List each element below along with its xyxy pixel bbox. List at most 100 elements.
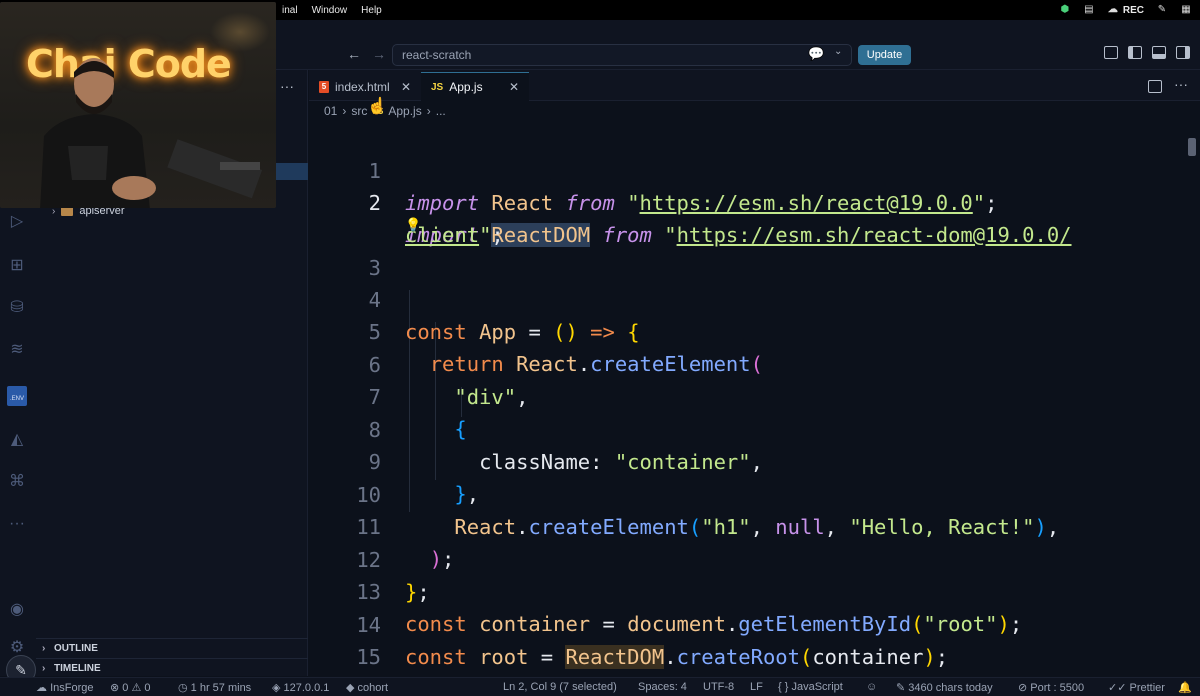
status-chars[interactable]: ✎ 3460 chars today [896, 681, 993, 694]
code-line: 9 }, [309, 414, 1189, 506]
account-icon[interactable]: ◉ [7, 600, 27, 620]
copilot-icon[interactable]: ☺ [866, 681, 877, 693]
lightbulb-icon[interactable]: 💡 [405, 217, 421, 233]
breadcrumb-segment[interactable]: ... [436, 104, 446, 118]
toggle-sidebar-icon[interactable] [1128, 46, 1142, 59]
layout-controls [1104, 46, 1190, 59]
tab-label: App.js [449, 80, 483, 94]
presenter-figure [40, 58, 156, 208]
outline-section[interactable]: › OUTLINE [36, 638, 308, 658]
language-label: JavaScript [791, 681, 843, 693]
port-label: Port : 5500 [1030, 682, 1085, 694]
tab-app-js[interactable]: JS App.js ✕ [421, 72, 529, 101]
split-editor-icon[interactable] [1148, 80, 1162, 93]
html5-icon: 5 [319, 80, 329, 93]
status-cursor-position[interactable]: Ln 2, Col 9 (7 selected) [503, 681, 617, 693]
scrollbar-thumb[interactable] [1188, 138, 1196, 156]
warning-icon: ⚠ [128, 682, 145, 694]
pen-icon[interactable]: ✎ [1156, 4, 1168, 16]
host-label: 127.0.0.1 [283, 682, 330, 694]
status-time[interactable]: ◷ 1 hr 57 mins [178, 681, 251, 694]
status-formatter[interactable]: ✓✓ Prettier [1108, 681, 1165, 694]
command-center-search[interactable]: react-scratch [392, 44, 852, 66]
cohort-label: cohort [357, 682, 389, 694]
status-bar: ☁ InsForge ⊗ 0 ⚠ 0 ◷ 1 hr 57 mins ◈ 127.… [0, 677, 1200, 696]
timeline-section[interactable]: › TIMELINE [36, 658, 308, 678]
status-account[interactable]: ☁ InsForge [36, 681, 93, 694]
run-debug-icon[interactable]: ▷ [7, 212, 27, 232]
activity-bar: ▷ ⊞ ⛁ ≋ .ENV ◭ ⌘ ··· ◉ ⚙ [0, 200, 36, 676]
breadcrumb-segment[interactable]: src [351, 104, 367, 118]
toggle-panel-icon[interactable] [1152, 46, 1166, 59]
notes-icon[interactable]: ▤ [1083, 4, 1095, 16]
menu-status-area: ⬢ ▤ ☁ REC ✎ ▦ [1059, 0, 1192, 20]
grid-icon[interactable]: ▦ [1180, 4, 1192, 16]
status-port[interactable]: ⊘ Port : 5500 [1018, 681, 1084, 694]
code-line: 10 React.createElement("h1", null, "Hell… [309, 447, 1189, 539]
formatter-label: Prettier [1129, 682, 1165, 694]
breadcrumb-segment[interactable]: App.js [388, 104, 421, 118]
tab-label: index.html [335, 79, 390, 94]
account-label: InsForge [50, 682, 94, 694]
code-line: 16 [309, 642, 1189, 696]
timeline-label: TIMELINE [54, 663, 101, 674]
more-actions-icon[interactable]: ··· [280, 78, 294, 94]
time-label: 1 hr 57 mins [190, 682, 252, 694]
status-encoding[interactable]: UTF-8 [703, 681, 734, 693]
breadcrumb-segment[interactable]: 01 [324, 104, 337, 118]
chevron-right-icon: › [42, 643, 46, 654]
studio-equipment [167, 139, 263, 199]
status-indentation[interactable]: Spaces: 4 [638, 681, 687, 693]
pencil-icon: ✎ [896, 682, 909, 694]
deploy-icon[interactable]: ◭ [7, 430, 27, 450]
close-icon[interactable]: ✕ [509, 80, 519, 94]
update-button[interactable]: Update [858, 45, 911, 65]
code-line: 13 const container = document.getElement… [309, 544, 1189, 636]
extensions-icon[interactable]: ⊞ [7, 256, 27, 276]
forward-arrow-icon[interactable]: → [372, 46, 386, 62]
close-icon[interactable]: ✕ [401, 80, 411, 94]
status-eol[interactable]: LF [750, 681, 763, 693]
chevron-down-icon[interactable]: ⌄ [834, 46, 842, 57]
status-problems[interactable]: ⊗ 0 ⚠ 0 [110, 681, 151, 694]
rec-label: REC [1122, 4, 1144, 16]
code-line: 1 import React from "https://esm.sh/reac… [309, 123, 1189, 215]
warnings-count: 0 [144, 682, 151, 694]
code-line-wrapped: client"; [405, 223, 504, 247]
layers-icon[interactable]: ≋ [7, 340, 27, 360]
tab-index-html[interactable]: 5 index.html ✕ [309, 72, 421, 101]
code-line: 12 }; [309, 512, 1189, 604]
status-cohort[interactable]: ◆ cohort [346, 681, 388, 694]
code-line: 4 const App = () => { [309, 252, 1189, 344]
code-line: 5 return React.createElement( [309, 284, 1189, 376]
env-file-icon[interactable]: .ENV [7, 386, 27, 406]
back-arrow-icon[interactable]: ← [347, 46, 361, 62]
layout-customize-icon[interactable] [1104, 46, 1118, 59]
mouse-pointer-icon: ☝ [367, 98, 387, 115]
toggle-secondary-sidebar-icon[interactable] [1176, 46, 1190, 59]
code-line: 6 "div", [309, 317, 1189, 409]
menu-help[interactable]: Help [361, 5, 382, 16]
flame-icon: ◈ [272, 682, 284, 694]
shield-icon[interactable]: ⬢ [1059, 4, 1071, 16]
status-language[interactable]: { } JavaScript [778, 681, 843, 693]
code-line-current: 2 import ReactDOM from "https://esm.sh/r… [309, 155, 1189, 247]
webcam-overlay: Chai Code [0, 2, 276, 208]
outline-label: OUTLINE [54, 643, 98, 654]
chat-icon[interactable]: 💬 [808, 46, 824, 62]
python-icon[interactable]: ⌘ [7, 472, 27, 492]
menu-window[interactable]: Window [312, 5, 348, 16]
recording-indicator[interactable]: ☁ REC [1107, 4, 1144, 16]
cloud-icon: ☁ [36, 682, 51, 694]
more-actions-icon[interactable]: ··· [1174, 76, 1188, 92]
notifications-bell-icon[interactable]: 🔔 [1178, 681, 1192, 694]
rocket-icon: ◆ [346, 682, 358, 694]
code-line: 15 root.render(React.createElement(App))… [309, 609, 1189, 696]
menu-terminal[interactable]: inal [282, 5, 298, 16]
code-line: 11 ); [309, 479, 1189, 571]
status-host[interactable]: ◈ 127.0.0.1 [272, 681, 329, 694]
database-icon[interactable]: ⛁ [7, 298, 27, 318]
app-menus: inal Window Help [282, 0, 382, 20]
error-icon: ⊗ [110, 682, 123, 694]
more-views-icon[interactable]: ··· [7, 514, 27, 534]
